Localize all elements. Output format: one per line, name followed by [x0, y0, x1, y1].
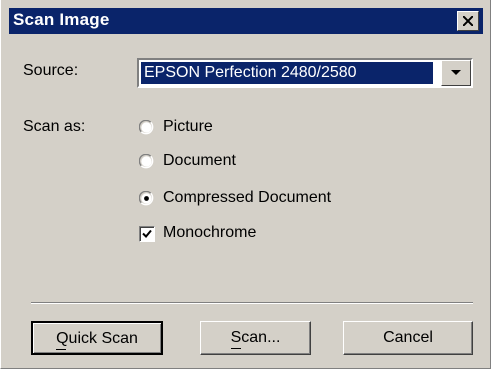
monochrome-checkbox[interactable]: [139, 226, 155, 242]
radio-button-icon[interactable]: [139, 154, 155, 170]
option-label: Compressed Document: [163, 189, 332, 206]
scan-label: Scan...: [230, 322, 280, 354]
separator: [31, 302, 473, 304]
option-label: Picture: [163, 118, 213, 135]
close-icon: [463, 16, 473, 26]
quick-scan-label: Quick Scan: [56, 323, 138, 355]
quick-scan-button[interactable]: Quick Scan: [31, 321, 163, 355]
source-selected-value: EPSON Perfection 2480/2580: [141, 62, 433, 84]
title-bar[interactable]: Scan Image: [9, 8, 483, 34]
radio-button-icon[interactable]: [139, 120, 155, 136]
dropdown-button[interactable]: [441, 60, 471, 86]
close-button[interactable]: [457, 11, 479, 31]
cancel-label: Cancel: [383, 329, 433, 346]
cancel-button[interactable]: Cancel: [343, 321, 473, 355]
source-dropdown[interactable]: EPSON Perfection 2480/2580: [137, 58, 473, 88]
option-label: Document: [163, 152, 236, 169]
checkmark-icon: [142, 229, 152, 238]
source-label: Source:: [23, 62, 79, 79]
radio-button-selected-icon[interactable]: [139, 191, 155, 207]
dialog-title: Scan Image: [13, 10, 110, 29]
scan-as-label: Scan as:: [23, 118, 86, 135]
scan-button[interactable]: Scan...: [200, 321, 311, 355]
scan-image-dialog: Scan Image Source: EPSON Perfection 2480…: [0, 0, 491, 369]
chevron-down-icon: [451, 70, 461, 75]
monochrome-label: Monochrome: [163, 224, 257, 241]
